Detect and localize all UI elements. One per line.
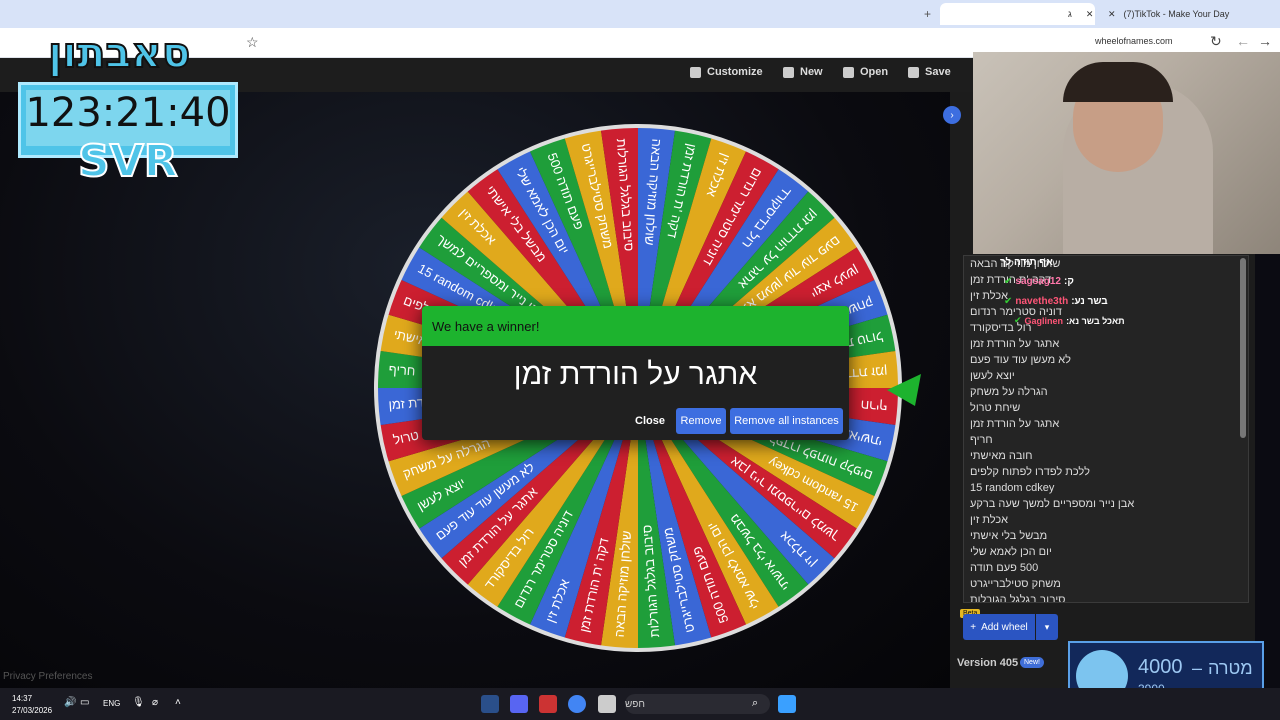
goal-current: 4000	[1138, 656, 1183, 678]
save-icon	[908, 66, 919, 78]
entry-item[interactable]: הגרלה על משחק	[970, 386, 1048, 398]
tab-label: (7)TikTok - Make Your Day	[1123, 9, 1230, 19]
windows-start-icon[interactable]	[778, 695, 796, 713]
remove-button[interactable]: Remove	[676, 408, 726, 434]
collapse-panel-icon[interactable]: ›	[943, 106, 961, 124]
open-label: Open	[860, 66, 889, 78]
forward-icon[interactable]: →	[1258, 33, 1272, 49]
dialog-header: We have a winner!	[422, 306, 849, 346]
taskbar-search[interactable]: חפש	[625, 694, 770, 714]
entry-item[interactable]: לא מעשן עוד עוד פעם	[970, 354, 1071, 366]
customize-label: Customize	[707, 66, 763, 78]
microphone-icon[interactable]: 🎙	[132, 697, 145, 708]
reload-icon[interactable]: ↻	[1210, 33, 1222, 50]
user-badge-icon: ✔	[1014, 315, 1022, 325]
folder-icon	[843, 66, 854, 78]
discord-icon[interactable]	[510, 695, 528, 713]
new-badge: New!	[1020, 657, 1044, 668]
svr-label: SVR	[77, 135, 179, 188]
close-icon[interactable]: ✕	[1108, 9, 1116, 20]
chat-message: ✔ navethe3th בשר נע:	[1004, 296, 1108, 307]
clock-time[interactable]: 14:37	[12, 694, 32, 703]
entry-item[interactable]: מבשל בלי אישתי	[970, 530, 1047, 542]
network-icon[interactable]: ⌀	[152, 697, 158, 708]
entry-item[interactable]: אכלת זין	[970, 290, 1008, 302]
palette-icon	[690, 66, 701, 78]
user-badge-icon: ✔	[1004, 296, 1013, 307]
entry-item[interactable]: 15 random cdkey	[970, 482, 1054, 494]
save-label: Save	[925, 66, 951, 78]
save-button[interactable]: Save	[908, 66, 951, 78]
chat-message: אף תודה לך	[1000, 257, 1053, 268]
entry-item[interactable]: סיבוב בגלגל הגורלות	[970, 594, 1066, 602]
back-icon[interactable]: ←	[1236, 33, 1250, 49]
close-icon[interactable]: ✕	[1086, 9, 1094, 20]
monitor-icon[interactable]: ▭	[80, 697, 89, 708]
chevron-up-icon[interactable]: ˄	[175, 697, 181, 708]
entry-item[interactable]: שיחת טרול	[970, 402, 1020, 414]
clock-date[interactable]: 27/03/2026	[12, 706, 52, 715]
wheel-slice-label: חריף	[388, 362, 416, 379]
star-icon[interactable]: ☆	[246, 34, 259, 51]
tab-tiktok[interactable]: ✕ (7)TikTok - Make Your Day	[1100, 3, 1260, 25]
tab-wheel[interactable]: ג ✕	[940, 3, 1095, 25]
privacy-link[interactable]: Privacy Preferences	[3, 671, 92, 682]
goal-dash: –	[1192, 658, 1203, 678]
entry-item[interactable]: אתגר על הורדת זמן	[970, 418, 1059, 430]
new-tab-icon[interactable]: +	[924, 7, 931, 21]
entry-item[interactable]: אתגר על הורדת זמן	[970, 338, 1059, 350]
steam-icon[interactable]	[481, 695, 499, 713]
url-text[interactable]: wheelofnames.com	[1095, 36, 1173, 46]
volume-icon[interactable]: 🔊	[64, 697, 76, 708]
new-button[interactable]: New	[783, 66, 823, 78]
file-icon	[783, 66, 794, 78]
pointer-icon	[887, 374, 921, 406]
customize-button[interactable]: Customize	[690, 66, 763, 78]
add-wheel-button[interactable]: + Add wheel	[963, 614, 1035, 640]
language-indicator[interactable]: ENG	[103, 699, 120, 708]
entry-item[interactable]: 500 פעם תודה	[970, 562, 1038, 574]
search-icon: ⌕	[752, 697, 759, 709]
entry-item[interactable]: אכלת זין	[970, 514, 1008, 526]
explorer-icon[interactable]	[598, 695, 616, 713]
remove-all-button[interactable]: Remove all instances	[730, 408, 843, 434]
entry-item[interactable]: חובה מאישתי	[970, 450, 1033, 462]
countdown-timer: 123:21:40	[25, 90, 231, 136]
add-wheel-label: Add wheel	[981, 621, 1028, 633]
open-button[interactable]: Open	[843, 66, 888, 78]
goal-label: מטרה	[1208, 658, 1253, 678]
winner-text: אתגר על הורדת זמן	[513, 358, 758, 391]
new-label: New	[800, 66, 823, 78]
wheel-slice-label: חריף	[860, 398, 888, 415]
entries-list[interactable]: שולחן מוזיקה הבאה דקה 'ת הורדת זמן אכלת זי…	[963, 255, 1249, 603]
version-text: Version 405	[957, 657, 1019, 669]
obs-icon[interactable]	[539, 695, 557, 713]
subathon-banner: סאבתון	[47, 27, 191, 78]
entry-item[interactable]: ללכת לפדרו לפתוח קלפים	[970, 466, 1090, 478]
webcam-feed	[973, 52, 1280, 254]
entry-item[interactable]: אבן נייר ומספריים למשך שעה ברקע	[970, 498, 1134, 510]
close-button[interactable]: Close	[628, 408, 672, 434]
entry-item[interactable]: יוצא לעשן	[970, 370, 1015, 382]
winner-dialog: We have a winner! אתגר על הורדת זמן Clos…	[422, 306, 849, 440]
chat-message: ✔ sagsag12 ק:	[1004, 276, 1074, 287]
headphones	[1063, 62, 1173, 102]
chevron-down-icon[interactable]: ▾	[1036, 614, 1058, 640]
entry-item[interactable]: יום הכן לאמא שלי	[970, 546, 1052, 558]
scrollbar[interactable]	[1240, 258, 1246, 438]
entry-item[interactable]: חריף	[970, 434, 993, 446]
chrome-icon[interactable]	[568, 695, 586, 713]
entry-item[interactable]: משחק סטילברייגרט	[970, 578, 1061, 590]
plus-icon: +	[970, 621, 977, 633]
user-badge-icon: ✔	[1004, 276, 1013, 287]
tab-label: ג	[1068, 9, 1072, 19]
chat-message: ✔ Gaglinen תאכל בשר נא:	[1014, 315, 1125, 326]
